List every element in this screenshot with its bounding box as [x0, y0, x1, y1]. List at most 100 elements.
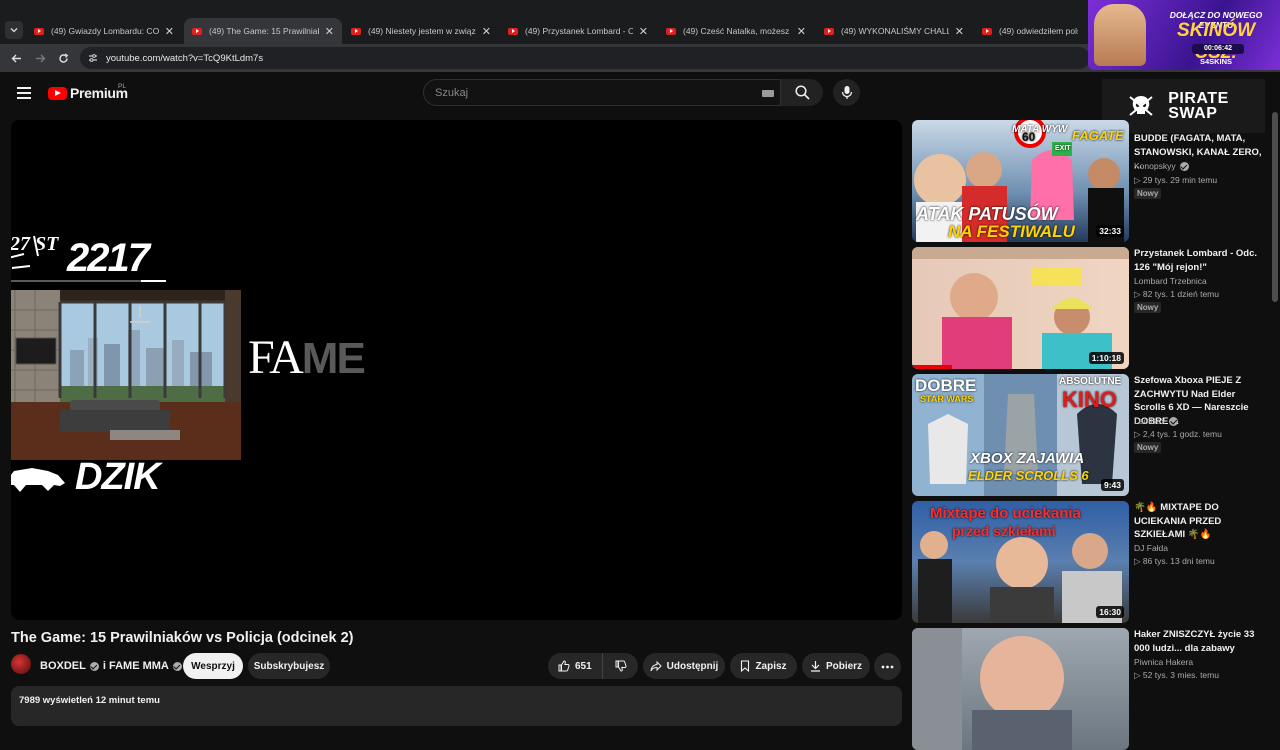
- reload-button[interactable]: [56, 51, 70, 65]
- recommendation-item[interactable]: MATA WYW 60 FAGATE EXIT ATAK PATUSÓW NA …: [912, 120, 1262, 242]
- channel-name[interactable]: Piwnica Hakera: [1134, 657, 1193, 667]
- recommendation-title[interactable]: Przystanek Lombard - Odc. 126 "Mój rejon…: [1134, 247, 1262, 274]
- scrollbar-thumb[interactable]: [1272, 112, 1278, 302]
- search-input[interactable]: Szukaj: [423, 79, 781, 106]
- recommendation-title[interactable]: Haker ZNISZCZYŁ życie 33 000 ludzi... dl…: [1134, 628, 1262, 655]
- views-and-age: 52 tys. 3 mies. temu: [1142, 670, 1219, 680]
- more-actions-button[interactable]: [874, 653, 901, 680]
- like-dislike-group: 651: [548, 653, 638, 679]
- thumb-caption: Mixtape do uciekania: [930, 505, 1081, 522]
- youtube-logo-icon: [48, 86, 67, 100]
- channel-name[interactable]: DJ Fałda: [1134, 543, 1168, 553]
- subscribed-button[interactable]: Subskrybujesz: [248, 653, 330, 679]
- video-thumbnail[interactable]: 1:10:18: [912, 247, 1129, 369]
- browser-tab[interactable]: (49) Cześć Natalka, możesz wyj ✕: [658, 18, 814, 44]
- promo-timer: 00:06:42: [1192, 44, 1244, 54]
- dzik-logo-text: DZIK: [75, 456, 161, 498]
- promo-character-image: [1094, 4, 1146, 66]
- tab-title: (49) WYKONALIŚMY CHALLENG: [841, 26, 949, 36]
- reload-icon: [58, 52, 68, 63]
- like-button[interactable]: 651: [548, 653, 603, 679]
- tab-search-button[interactable]: [5, 21, 23, 39]
- browser-tab[interactable]: (49) odwiedziłem polskie: [974, 18, 1086, 44]
- recommendation-item[interactable]: Mixtape do uciekania przed szkiełami 16:…: [912, 501, 1262, 623]
- support-button[interactable]: Wesprzyj: [183, 653, 243, 679]
- recommendation-meta: ▷ 52 tys. 3 mies. temu: [1134, 670, 1219, 681]
- bookmark-icon: [741, 660, 750, 672]
- browser-tab[interactable]: (49) Niestety jestem w związku ✕: [343, 18, 499, 44]
- verified-icon: [89, 661, 99, 671]
- channel-name[interactable]: LootBox: [1134, 416, 1165, 426]
- thumb-caption: NA FESTIWALU: [948, 222, 1075, 241]
- thumb-caption: ABSOLUTNE: [1059, 376, 1122, 387]
- recommendation-meta: ▷ 86 tys. 13 dni temu: [1134, 556, 1215, 567]
- keyboard-icon[interactable]: [762, 90, 774, 97]
- channel-avatar[interactable]: [11, 654, 31, 674]
- download-label: Pobierz: [825, 660, 863, 672]
- recommendation-item[interactable]: 1:10:18 Przystanek Lombard - Odc. 126 "M…: [912, 247, 1262, 369]
- youtube-premium-logo[interactable]: Premium: [48, 85, 128, 101]
- share-button[interactable]: Udostępnij: [643, 653, 725, 679]
- channel-name[interactable]: Lombard Trzebnica: [1134, 276, 1207, 286]
- youtube-favicon-icon: [34, 27, 44, 35]
- browser-tab[interactable]: (49) WYKONALIŚMY CHALLENG ✕: [816, 18, 972, 44]
- ad-brand-line1: PIRATE: [1168, 90, 1229, 107]
- video-thumbnail[interactable]: [912, 628, 1129, 750]
- search-button[interactable]: [781, 79, 823, 106]
- recommendation-channel[interactable]: LootBox: [1134, 416, 1182, 426]
- video-thumbnail[interactable]: DOBRE STAR WARS ABSOLUTNE KINO XBOX ZAJA…: [912, 374, 1129, 496]
- microphone-icon: [841, 86, 852, 99]
- new-badge: Nowy: [1134, 302, 1162, 313]
- video-thumbnail[interactable]: Mixtape do uciekania przed szkiełami 16:…: [912, 501, 1129, 623]
- url-field[interactable]: youtube.com/watch?v=TcQ9KtLdm7s: [80, 47, 1090, 69]
- recommendation-channel[interactable]: DJ Fałda: [1134, 543, 1168, 553]
- channel-name-2[interactable]: FAME MMA: [109, 660, 169, 672]
- overlay-number: 2217: [67, 236, 150, 280]
- tab-close-icon[interactable]: ✕: [165, 25, 174, 38]
- recommendation-channel[interactable]: Piwnica Hakera: [1134, 657, 1193, 667]
- video-duration: 1:10:18: [1088, 352, 1124, 364]
- back-button[interactable]: [9, 51, 23, 65]
- video-player[interactable]: 27 ST 2217 FAME DZIK: [11, 120, 902, 620]
- video-duration: 16:30: [1096, 606, 1124, 618]
- channel-names[interactable]: BOXDEL i FAME MMA: [40, 660, 186, 672]
- recommendation-item[interactable]: DOBRE STAR WARS ABSOLUTNE KINO XBOX ZAJA…: [912, 374, 1262, 496]
- tab-close-icon[interactable]: ✕: [797, 25, 806, 38]
- tab-close-icon[interactable]: ✕: [325, 25, 334, 38]
- room-scene-image: [11, 290, 241, 460]
- thumb-speed-sign: 60: [1022, 130, 1036, 144]
- save-button[interactable]: Zapisz: [730, 653, 797, 679]
- page-scrollbar[interactable]: [1270, 72, 1280, 712]
- recommendation-meta: ▷ 29 tys. 29 min temu: [1134, 175, 1217, 186]
- download-button[interactable]: Pobierz: [802, 653, 870, 679]
- dislike-button[interactable]: [603, 660, 638, 672]
- video-thumbnail[interactable]: MATA WYW 60 FAGATE EXIT ATAK PATUSÓW NA …: [912, 120, 1129, 242]
- thumb-caption: KINO: [1062, 387, 1117, 412]
- description-box[interactable]: 7989 wyświetleń 12 minut temu: [11, 686, 902, 726]
- search-placeholder: Szukaj: [435, 87, 469, 99]
- play-icon: ▷: [1134, 175, 1143, 185]
- recommendation-item[interactable]: Haker ZNISZCZYŁ życie 33 000 ludzi... dl…: [912, 628, 1262, 750]
- youtube-favicon-icon: [982, 27, 992, 35]
- recommendation-title[interactable]: 🌴🔥 MIXTAPE DO UCIEKANIA PRZED SZKIEŁAMI …: [1134, 501, 1262, 542]
- browser-tab-active[interactable]: (49) The Game: 15 Prawilniaków ✕: [184, 18, 342, 44]
- tab-close-icon[interactable]: ✕: [482, 25, 491, 38]
- channel-name[interactable]: BOXDEL: [40, 660, 86, 672]
- voice-search-button[interactable]: [833, 79, 860, 106]
- forward-button[interactable]: [33, 51, 47, 65]
- overlay-divider-accent: [141, 280, 166, 282]
- channel-name[interactable]: Konopskyy: [1134, 161, 1176, 171]
- like-count: 651: [575, 660, 592, 672]
- browser-tab[interactable]: (49) Gwiazdy Lombardu: CO TY ✕: [26, 18, 182, 44]
- tab-close-icon[interactable]: ✕: [955, 25, 964, 38]
- fame-logo-tail: ME: [301, 334, 366, 383]
- fame-logo-main: FA: [248, 331, 304, 384]
- thumb-caption: MATA WYW: [1012, 124, 1068, 135]
- thumb-caption: STAR WARS: [920, 394, 974, 404]
- promo-banner[interactable]: DOŁĄCZ DO NOWEGO EVENTU SKINÓW CS2! 00:0…: [1088, 0, 1280, 70]
- recommendation-channel[interactable]: Konopskyy: [1134, 161, 1193, 171]
- menu-icon[interactable]: [17, 87, 31, 99]
- recommendation-channel[interactable]: Lombard Trzebnica: [1134, 276, 1207, 286]
- browser-tab[interactable]: (49) Przystanek Lombard - Odc ✕: [500, 18, 656, 44]
- tab-close-icon[interactable]: ✕: [639, 25, 648, 38]
